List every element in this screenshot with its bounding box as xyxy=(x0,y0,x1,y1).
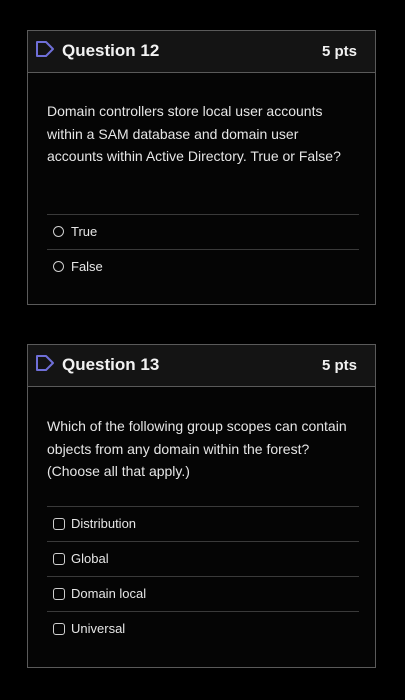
answer-option-false[interactable]: False xyxy=(47,249,359,284)
radio-button[interactable] xyxy=(53,261,64,272)
question-title: Question 13 xyxy=(62,355,160,374)
answer-label[interactable]: Distribution xyxy=(71,516,136,531)
answer-label[interactable]: Universal xyxy=(71,621,125,636)
checkbox[interactable] xyxy=(53,588,65,600)
answer-option-distribution[interactable]: Distribution xyxy=(47,506,359,541)
question-points: 5 pts xyxy=(321,43,357,60)
answer-list: True False xyxy=(47,214,359,284)
flag-icon[interactable] xyxy=(35,355,55,371)
radio-button[interactable] xyxy=(53,226,64,237)
question-header: Question 13 5 pts xyxy=(28,345,375,387)
checkbox[interactable] xyxy=(53,518,65,530)
answer-label[interactable]: True xyxy=(71,224,97,239)
answer-option-true[interactable]: True xyxy=(47,214,359,249)
question-header: Question 12 5 pts xyxy=(28,31,375,73)
answer-label[interactable]: Global xyxy=(71,551,109,566)
answer-list: Distribution Global Domain local Univers… xyxy=(47,506,359,646)
answer-option-domain-local[interactable]: Domain local xyxy=(47,576,359,611)
checkbox[interactable] xyxy=(53,553,65,565)
answer-label[interactable]: False xyxy=(71,259,103,274)
answer-option-global[interactable]: Global xyxy=(47,541,359,576)
answer-label[interactable]: Domain local xyxy=(71,586,146,601)
question-title: Question 12 xyxy=(62,41,160,60)
question-text: Which of the following group scopes can … xyxy=(47,418,347,479)
question-card-12: Question 12 5 pts Domain controllers sto… xyxy=(27,30,376,305)
flag-icon[interactable] xyxy=(35,41,55,57)
question-text: Domain controllers store local user acco… xyxy=(47,103,341,164)
question-points: 5 pts xyxy=(321,357,357,374)
quiz-page: Question 12 5 pts Domain controllers sto… xyxy=(0,0,405,700)
answer-option-universal[interactable]: Universal xyxy=(47,611,359,646)
checkbox[interactable] xyxy=(53,623,65,635)
question-card-13: Question 13 5 pts Which of the following… xyxy=(27,344,376,668)
